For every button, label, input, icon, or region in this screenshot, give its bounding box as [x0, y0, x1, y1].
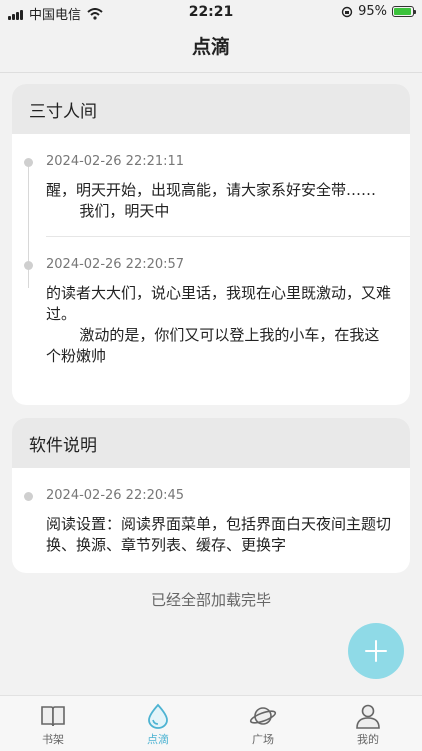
tab-profile[interactable]: 我的 — [328, 696, 408, 751]
page-title: 点滴 — [191, 36, 230, 58]
card-title[interactable]: 软件说明 — [12, 418, 410, 468]
note-entry[interactable]: 2024-02-26 22:20:57 的读者大大们，说心里话，我现在心里既激动… — [12, 237, 410, 367]
timeline-dot — [24, 158, 33, 167]
card-title[interactable]: 三寸人间 — [12, 84, 410, 134]
tab-bar: 书架 点滴 广场 我的 — [0, 695, 422, 751]
timeline-dot — [24, 261, 33, 270]
orientation-lock-icon — [341, 6, 353, 17]
tab-bookshelf[interactable]: 书架 — [13, 696, 93, 751]
header-divider — [0, 72, 422, 73]
tab-label: 点滴 — [147, 733, 169, 746]
planet-icon — [249, 707, 277, 725]
note-entry[interactable]: 2024-02-26 22:20:45 阅读设置：阅读界面菜单，包括界面白天夜间… — [12, 468, 410, 556]
load-complete-text: 已经全部加载完毕 — [150, 591, 271, 609]
add-note-button[interactable] — [348, 623, 404, 679]
battery-fill — [394, 8, 412, 15]
timeline-dot — [24, 492, 33, 501]
entry-text: 醒，明天开始，出现高能，请大家系好安全带…… 我们，明天中 — [46, 181, 377, 220]
entry-time: 2024-02-26 22:20:57 — [46, 257, 185, 272]
book-icon — [41, 706, 65, 727]
status-bar: 中国电信 22:21 95% — [0, 0, 422, 24]
note-card-2[interactable]: 软件说明 2024-02-26 22:20:45 阅读设置：阅读界面菜单，包括界… — [12, 418, 410, 573]
battery-percent: 95% — [358, 4, 387, 19]
tab-label: 书架 — [42, 733, 64, 746]
tab-moments[interactable]: 点滴 — [118, 696, 198, 751]
entry-text: 阅读设置：阅读界面菜单，包括界面白天夜间主题切换、换源、章节列表、缓存、更换字 — [46, 515, 392, 554]
entry-time: 2024-02-26 22:21:11 — [46, 154, 185, 169]
battery-icon — [392, 6, 416, 17]
note-entry[interactable]: 2024-02-26 22:21:11 醒，明天开始，出现高能，请大家系好安全带… — [12, 134, 410, 222]
note-card-1[interactable]: 三寸人间 2024-02-26 22:21:11 醒，明天开始，出现高能，请大家… — [12, 84, 410, 405]
person-icon — [356, 704, 380, 729]
status-right: 95% — [341, 4, 416, 19]
tab-label: 广场 — [252, 733, 274, 746]
entry-text: 的读者大大们，说心里话，我现在心里既激动，又难过。 激动的是，你们又可以登上我的… — [46, 284, 392, 365]
tab-square[interactable]: 广场 — [223, 696, 303, 751]
entry-time: 2024-02-26 22:20:45 — [46, 488, 185, 503]
droplet-icon — [148, 703, 168, 729]
tab-label: 我的 — [357, 733, 379, 746]
